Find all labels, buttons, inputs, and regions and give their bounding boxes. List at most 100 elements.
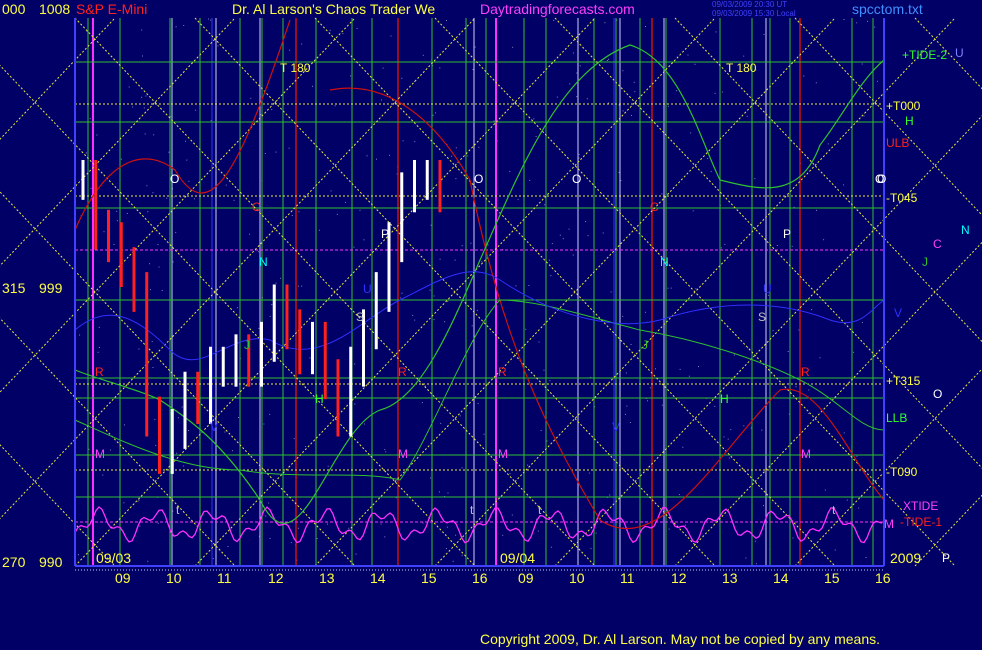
right-label-t045: -T045 <box>886 191 918 205</box>
right-label-p: P <box>942 551 951 565</box>
star-dot <box>546 440 548 442</box>
star-dot <box>263 423 265 425</box>
right-label-t315: +T315 <box>886 374 921 388</box>
star-dot <box>493 120 495 122</box>
star-dot <box>412 314 414 316</box>
star-dot <box>88 448 90 450</box>
star-dot <box>123 502 125 504</box>
right-label-v: V <box>894 306 903 320</box>
right-label-ulb: ULB <box>886 136 910 150</box>
star-dot <box>549 380 551 382</box>
star-dot <box>455 178 457 180</box>
label-t180-day2: T 180 <box>726 61 757 75</box>
star-dot <box>268 502 270 504</box>
star-dot <box>527 464 529 466</box>
star-dot <box>154 418 156 420</box>
star-dot <box>608 58 609 60</box>
star-dot <box>644 311 646 313</box>
label-t-4: t <box>832 503 836 517</box>
hour-tick-day2: 15 <box>824 570 840 586</box>
hour-tick-day1: 13 <box>319 570 335 586</box>
star-dot <box>175 231 177 233</box>
star-dot <box>138 499 140 501</box>
star-dot <box>661 193 663 195</box>
star-dot <box>698 366 699 368</box>
star-dot <box>509 170 511 172</box>
hour-tick-day1: 09 <box>115 570 131 586</box>
star-dot <box>146 185 148 187</box>
star-dot <box>590 548 592 550</box>
star-dot <box>401 292 403 294</box>
star-dot <box>808 413 810 415</box>
star-dot <box>743 425 745 427</box>
star-dot <box>808 389 810 391</box>
star-dot <box>430 224 432 226</box>
star-dot <box>537 530 539 532</box>
star-dot <box>811 309 813 311</box>
star-dot <box>446 526 448 528</box>
star-dot <box>429 289 431 291</box>
star-dot <box>265 515 267 517</box>
star-dot <box>364 423 366 425</box>
star-dot <box>348 527 350 529</box>
chaos-trader-chart <box>0 0 982 650</box>
star-dot <box>433 295 435 297</box>
star-dot <box>250 97 252 99</box>
timestamp-local: 09/03/2009 15:30 Local <box>712 9 796 18</box>
label-j-1: J <box>244 338 250 352</box>
star-dot <box>280 277 282 279</box>
angle-label-mid: 315 <box>2 280 26 296</box>
label-m-2: M <box>398 447 408 461</box>
star-dot <box>755 563 757 565</box>
hour-tick-day2: 10 <box>569 570 585 586</box>
star-dot <box>186 159 188 161</box>
star-dot <box>455 534 457 536</box>
star-dot <box>145 95 147 97</box>
label-t-3: t <box>538 503 542 517</box>
star-dot <box>550 275 552 277</box>
star-dot <box>856 22 858 24</box>
star-dot <box>384 449 386 450</box>
star-dot <box>176 452 178 454</box>
star-dot <box>668 528 670 530</box>
star-dot <box>353 246 355 248</box>
right-label-h: H <box>905 114 914 128</box>
right-label-tide2: +TIDE-2 <box>902 48 948 62</box>
star-dot <box>414 141 416 143</box>
star-dot <box>511 514 513 516</box>
hour-tick-day1: 15 <box>421 570 437 586</box>
star-dot <box>275 282 277 284</box>
star-dot <box>316 538 318 539</box>
star-dot <box>624 413 626 415</box>
hour-tick-day1: 11 <box>217 570 232 586</box>
chart-stage: 000 1008 S&P E-Mini Dr. Al Larson's Chao… <box>0 0 982 650</box>
star-dot <box>195 109 197 111</box>
star-dot <box>155 444 157 446</box>
star-dot <box>815 82 817 84</box>
star-dot <box>293 438 295 440</box>
star-dot <box>629 422 631 423</box>
label-t180-day1: T 180 <box>280 61 311 75</box>
star-dot <box>743 55 745 57</box>
star-dot <box>586 98 588 100</box>
label-s-2: S <box>758 310 767 324</box>
price-label-mid: 999 <box>39 280 63 296</box>
star-dot <box>481 261 483 263</box>
star-dot <box>366 155 368 157</box>
price-label-top: 1008 <box>39 1 71 17</box>
label-v-1: V <box>210 420 219 434</box>
star-dot <box>754 540 756 542</box>
label-c-2: C <box>650 200 659 214</box>
hour-tick-day1: 16 <box>472 570 488 586</box>
right-label-llb: LLB <box>886 411 908 425</box>
star-dot <box>249 233 251 235</box>
star-dot <box>610 291 612 293</box>
star-dot <box>569 83 571 85</box>
site-link[interactable]: Daytradingforecasts.com <box>480 2 635 16</box>
star-dot <box>208 18 210 20</box>
star-dot <box>151 341 153 343</box>
label-m-4: M <box>801 447 811 461</box>
star-dot <box>433 319 435 321</box>
star-dot <box>224 431 226 433</box>
star-dot <box>745 557 747 559</box>
